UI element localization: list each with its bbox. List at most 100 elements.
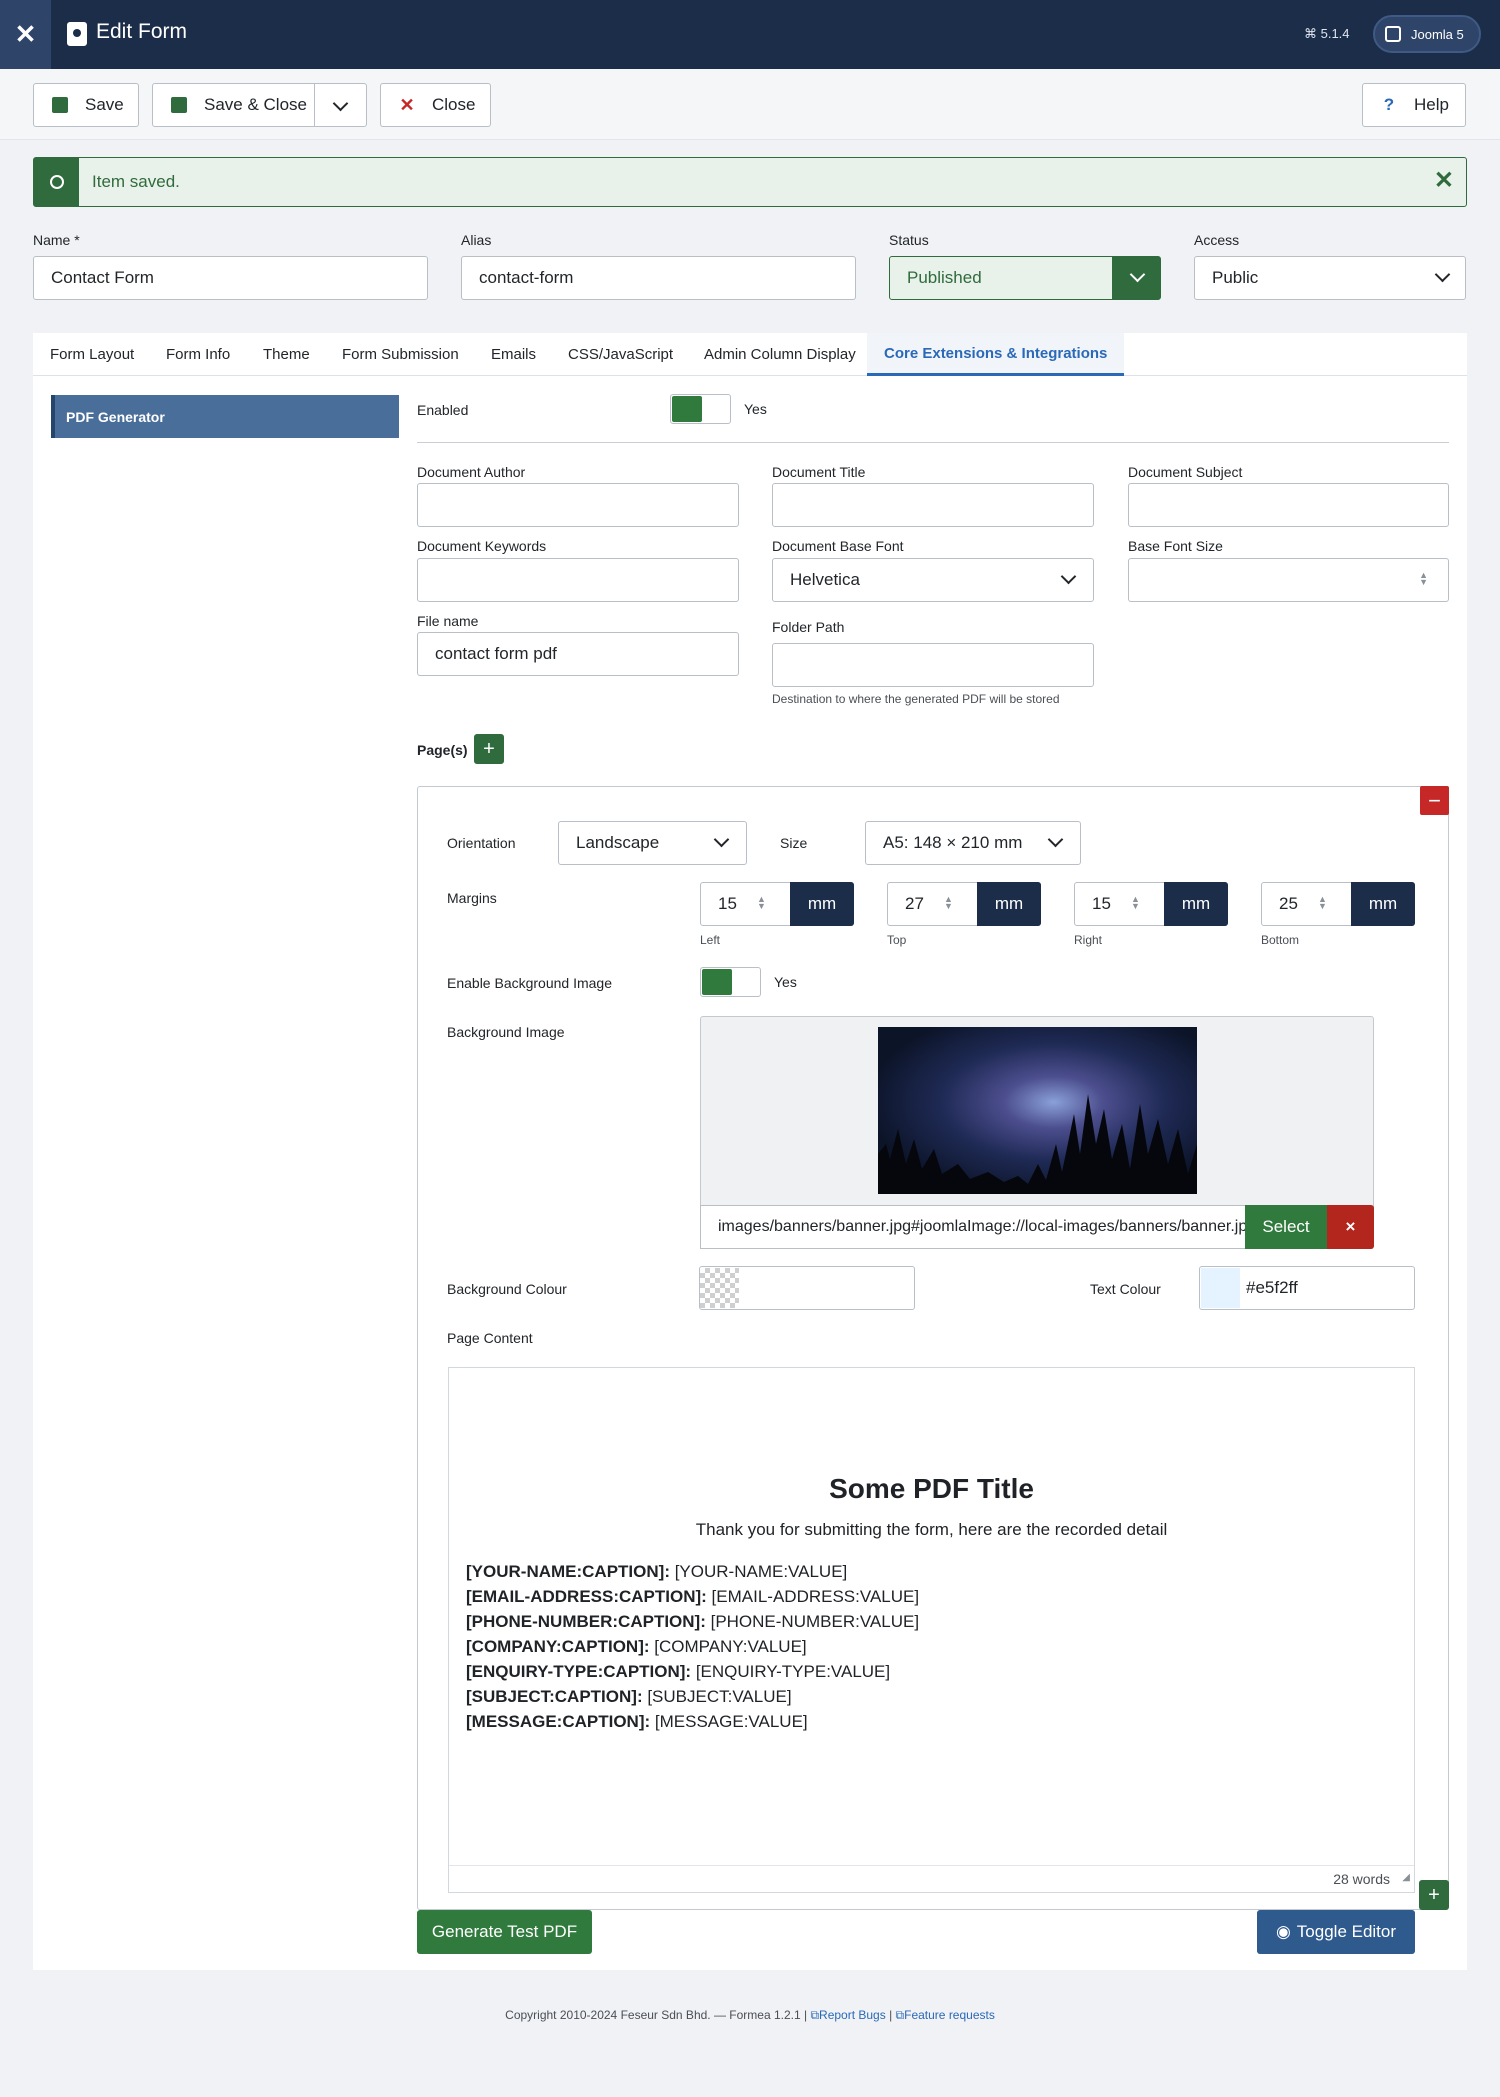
chevron-down-icon — [1434, 266, 1451, 283]
save-button[interactable]: Save — [33, 83, 139, 127]
bg-colour-swatch[interactable] — [700, 1268, 739, 1308]
help-icon: ? — [1383, 95, 1395, 114]
tab-core-extensions-integrations[interactable]: Core Extensions & Integrations — [867, 333, 1125, 376]
chevron-down-icon — [1047, 831, 1064, 848]
report-bugs-link[interactable]: Report Bugs — [819, 2008, 886, 2022]
sidebar-item-pdf-generator[interactable]: PDF Generator — [51, 395, 399, 438]
base-font-select[interactable]: Helvetica — [772, 558, 1094, 602]
font-size-input[interactable]: ▲ ▼ — [1128, 558, 1449, 602]
size-select[interactable]: A5: 148 × 210 mm — [865, 821, 1081, 865]
feature-requests-link[interactable]: Feature requests — [904, 2008, 995, 2022]
help-button[interactable]: ? Help — [1362, 83, 1466, 127]
save-options-dropdown[interactable] — [314, 83, 367, 127]
margin-left-input[interactable]: 15 ▲ ▼ mm — [700, 882, 854, 926]
chevron-down-icon — [1060, 568, 1077, 585]
bg-image-toggle[interactable] — [700, 967, 761, 997]
word-count: 28 words — [1333, 1871, 1390, 1887]
margin-top-input[interactable]: 27 ▲ ▼ mm — [887, 882, 1041, 926]
name-label: Name * — [33, 232, 80, 248]
editor-statusbar: 28 words ◢ — [449, 1865, 1414, 1892]
close-button[interactable]: ✕ Close — [380, 83, 491, 127]
alert-close-icon[interactable]: ✕ — [1434, 166, 1454, 195]
access-select[interactable]: Public — [1194, 256, 1466, 300]
tab-emails[interactable]: Emails — [491, 333, 536, 376]
margin-left-caption: Left — [700, 933, 721, 947]
folder-path-help: Destination to where the generated PDF w… — [772, 692, 1060, 706]
margin-bottom-caption: Bottom — [1261, 933, 1300, 947]
status-select[interactable]: Published — [889, 256, 1161, 300]
add-page-button[interactable]: + — [474, 734, 504, 764]
success-alert: Item saved. ✕ — [33, 157, 1467, 207]
chevron-down-icon — [332, 95, 349, 112]
spinner-icon[interactable]: ▲ ▼ — [1318, 895, 1328, 912]
doc-title-label: Document Title — [772, 464, 866, 480]
clear-image-button[interactable]: × — [1327, 1205, 1374, 1249]
tab-admin-column-display[interactable]: Admin Column Display — [704, 333, 856, 376]
editor-line: [COMPANY:CAPTION]: [COMPANY:VALUE] — [466, 1637, 807, 1656]
editor-line: [SUBJECT:CAPTION]: [SUBJECT:VALUE] — [466, 1687, 792, 1706]
tab-theme[interactable]: Theme — [263, 333, 310, 376]
keywords-label: Document Keywords — [417, 538, 547, 554]
size-label: Size — [780, 835, 808, 851]
divider — [417, 442, 1449, 443]
enabled-toggle[interactable] — [670, 394, 731, 424]
site-link-button[interactable]: Joomla 5 — [1373, 15, 1481, 53]
margin-right-input[interactable]: 15 ▲ ▼ mm — [1074, 882, 1228, 926]
margin-bottom-input[interactable]: 25 ▲ ▼ mm — [1261, 882, 1415, 926]
subject-input[interactable] — [1128, 483, 1449, 527]
spinner-icon[interactable]: ▲ ▼ — [757, 895, 767, 912]
filename-label: File name — [417, 613, 479, 629]
spinner-icon[interactable]: ▲ ▼ — [1131, 895, 1141, 912]
editor-line: [PHONE-NUMBER:CAPTION]: [PHONE-NUMBER:VA… — [466, 1612, 920, 1631]
margin-right-caption: Right — [1074, 933, 1103, 947]
access-label: Access — [1194, 232, 1240, 248]
orientation-label: Orientation — [447, 835, 516, 851]
generate-test-pdf-button[interactable]: Generate Test PDF — [417, 1910, 592, 1954]
external-link-icon: ⧉ — [895, 2008, 905, 2022]
editor-line: [EMAIL-ADDRESS:CAPTION]: [EMAIL-ADDRESS:… — [466, 1587, 920, 1606]
eye-icon: ◉ — [1275, 1922, 1291, 1941]
save-close-button[interactable]: Save & Close — [152, 83, 315, 127]
spinner-icon[interactable]: ▲ ▼ — [1419, 571, 1428, 587]
author-input[interactable] — [417, 483, 739, 527]
resize-handle-icon[interactable]: ◢ — [1402, 1872, 1410, 1883]
editor-line: [MESSAGE:CAPTION]: [MESSAGE:VALUE] — [466, 1712, 808, 1731]
close-icon: ✕ — [399, 95, 415, 115]
orientation-select[interactable]: Landscape — [558, 821, 747, 865]
bg-image-label: Background Image — [447, 1024, 565, 1040]
tab-css-javascript[interactable]: CSS/JavaScript — [568, 333, 673, 376]
alias-label: Alias — [461, 232, 492, 248]
alert-message: Item saved. — [92, 172, 180, 191]
alias-input[interactable]: contact-form — [461, 256, 856, 300]
tab-form-info[interactable]: Form Info — [166, 333, 230, 376]
editor-line: [ENQUIRY-TYPE:CAPTION]: [ENQUIRY-TYPE:VA… — [466, 1662, 891, 1681]
base-font-label: Document Base Font — [772, 538, 904, 554]
toggle-editor-button[interactable]: ◉ Toggle Editor — [1257, 1910, 1415, 1954]
keywords-input[interactable] — [417, 558, 739, 602]
remove-page-button[interactable]: − — [1420, 786, 1449, 815]
status-label: Status — [889, 232, 929, 248]
chevron-down-icon — [713, 831, 730, 848]
pages-label: Page(s) — [417, 742, 468, 758]
spinner-icon[interactable]: ▲ ▼ — [944, 895, 954, 912]
enabled-value: Yes — [744, 401, 767, 417]
tab-form-submission[interactable]: Form Submission — [342, 333, 459, 376]
author-label: Document Author — [417, 464, 526, 480]
joomla-logo-icon[interactable]: ✕ — [0, 0, 51, 69]
bg-image-path-input[interactable]: images/banners/banner.jpg#joomlaImage://… — [700, 1205, 1246, 1249]
select-image-button[interactable]: Select — [1245, 1205, 1327, 1249]
background-image-preview — [878, 1027, 1197, 1194]
page-title: Edit Form — [96, 20, 188, 43]
margins-label: Margins — [447, 890, 497, 906]
name-input[interactable]: Contact Form — [33, 256, 428, 300]
filename-input[interactable]: contact form pdf — [417, 632, 739, 676]
bg-colour-label: Background Colour — [447, 1281, 567, 1297]
tab-form-layout[interactable]: Form Layout — [50, 333, 134, 376]
version-label: ⌘ 5.1.4 — [1304, 26, 1350, 41]
add-page-button-bottom[interactable]: + — [1419, 1880, 1449, 1910]
enabled-label: Enabled — [417, 402, 469, 418]
folder-path-input[interactable] — [772, 643, 1094, 687]
text-colour-swatch[interactable] — [1201, 1268, 1240, 1308]
top-bar — [0, 0, 1500, 69]
doc-title-input[interactable] — [772, 483, 1094, 527]
